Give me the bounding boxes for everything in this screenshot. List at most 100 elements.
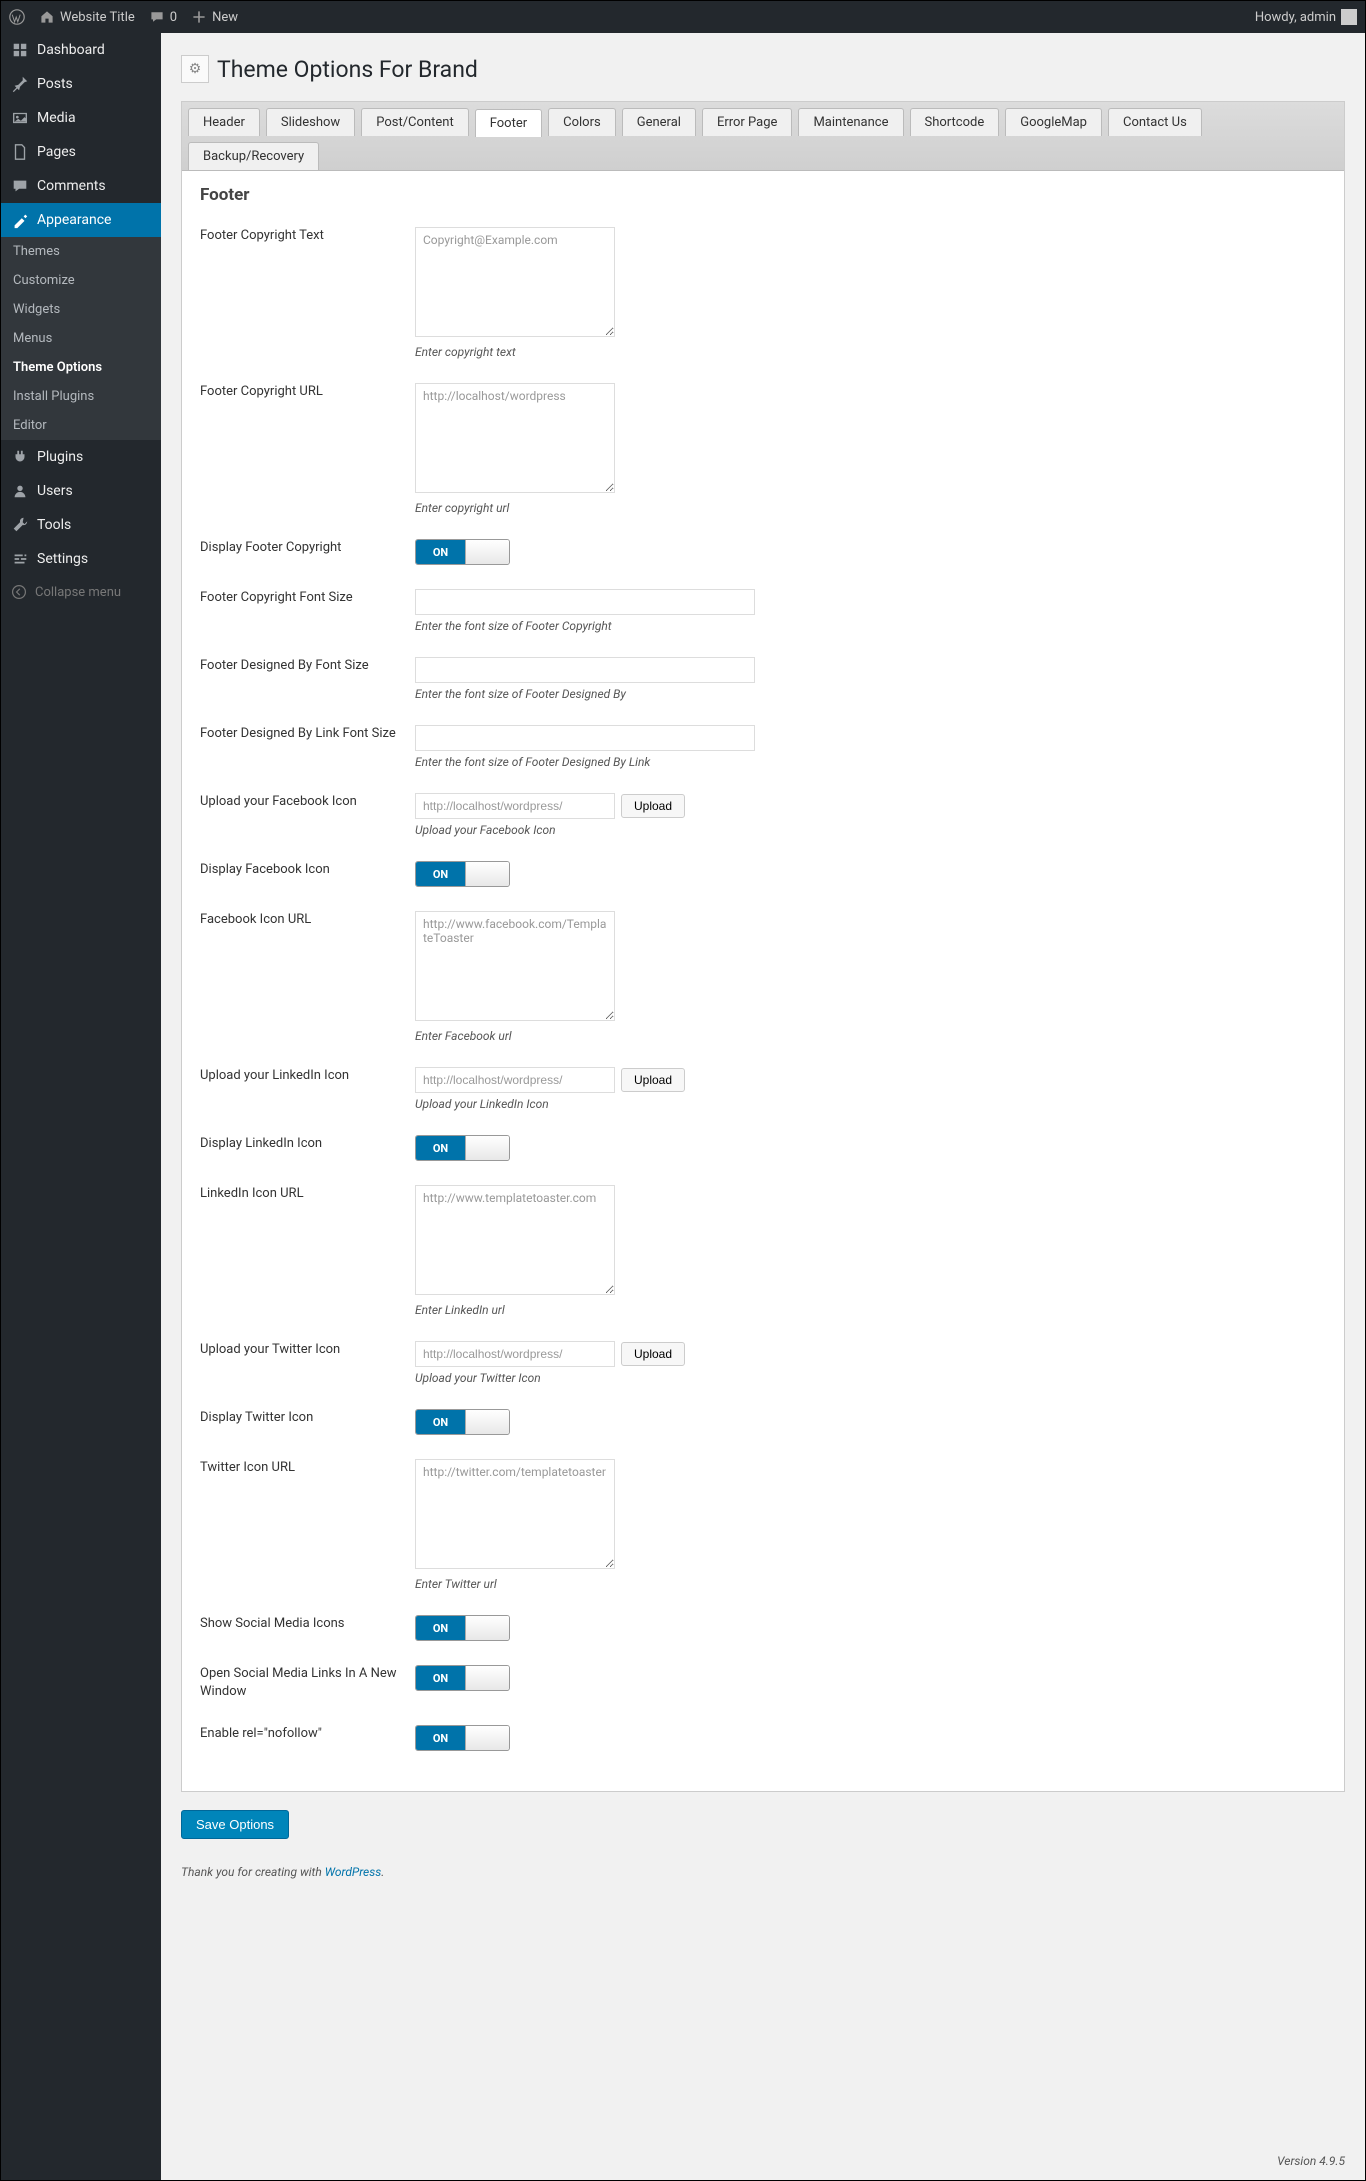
tab-backup-recovery[interactable]: Backup/Recovery [188,142,319,170]
label-li-upload: Upload your LinkedIn Icon [200,1067,415,1085]
save-button[interactable]: Save Options [181,1810,289,1839]
menu-item-pages[interactable]: Pages [1,135,161,169]
input-li-upload[interactable] [415,1067,615,1093]
input-li-url[interactable] [415,1185,615,1295]
tool-icon [11,516,29,534]
toggle-show-social[interactable]: ON [415,1615,510,1641]
form: Footer Copyright Text Enter copyright te… [182,211,1344,1791]
wp-logo[interactable] [9,9,25,25]
input-copyright-font[interactable] [415,589,755,615]
submenu-item-editor[interactable]: Editor [1,411,161,440]
tab-error-page[interactable]: Error Page [702,108,793,136]
submenu-item-theme-options[interactable]: Theme Options [1,353,161,382]
menu-item-settings[interactable]: Settings [1,542,161,576]
settings-icon [11,550,29,568]
help-copyright-text: Enter copyright text [415,345,1326,359]
menu-item-posts[interactable]: Posts [1,67,161,101]
avatar-icon [1341,9,1357,25]
toggle-display-copyright[interactable]: ON [415,539,510,565]
new-link[interactable]: New [191,9,238,25]
submenu-item-customize[interactable]: Customize [1,266,161,295]
label-display-copyright: Display Footer Copyright [200,539,415,557]
page-title: ⚙ Theme Options For Brand [181,55,1345,83]
input-copyright-url[interactable] [415,383,615,493]
input-designed-by-link-font[interactable] [415,725,755,751]
toggle-tw-display[interactable]: ON [415,1409,510,1435]
menu-item-plugins[interactable]: Plugins [1,440,161,474]
submenu-item-widgets[interactable]: Widgets [1,295,161,324]
user-icon [11,482,29,500]
label-nofollow: Enable rel="nofollow" [200,1725,415,1743]
menu-item-dashboard[interactable]: Dashboard [1,33,161,67]
help-tw-upload: Upload your Twitter Icon [415,1371,1326,1385]
menu-item-media[interactable]: Media [1,101,161,135]
help-copyright-font: Enter the font size of Footer Copyright [415,619,1326,633]
collapse-label: Collapse menu [35,585,121,600]
button-li-upload[interactable]: Upload [621,1068,685,1092]
admin-sidebar: DashboardPostsMediaPagesCommentsAppearan… [1,33,161,2180]
options-panel: HeaderSlideshowPost/ContentFooterColorsG… [181,101,1345,1792]
input-designed-by-font[interactable] [415,657,755,683]
input-tw-url[interactable] [415,1459,615,1569]
tab-maintenance[interactable]: Maintenance [798,108,903,136]
help-tw-url: Enter Twitter url [415,1577,1326,1591]
label-designed-by-link-font: Footer Designed By Link Font Size [200,725,415,743]
toggle-li-display[interactable]: ON [415,1135,510,1161]
help-fb-url: Enter Facebook url [415,1029,1326,1043]
tab-shortcode[interactable]: Shortcode [910,108,1000,136]
label-copyright-text: Footer Copyright Text [200,227,415,245]
plugin-icon [11,448,29,466]
menu-item-appearance[interactable]: Appearance [1,203,161,237]
label-fb-display: Display Facebook Icon [200,861,415,879]
dashboard-icon [11,41,29,59]
input-copyright-text[interactable] [415,227,615,337]
menu-item-tools[interactable]: Tools [1,508,161,542]
site-title: Website Title [60,10,135,25]
submenu-item-themes[interactable]: Themes [1,237,161,266]
page-icon [11,143,29,161]
tab-colors[interactable]: Colors [548,108,616,136]
tab-slideshow[interactable]: Slideshow [266,108,355,136]
toggle-nofollow[interactable]: ON [415,1725,510,1751]
submenu-appearance: ThemesCustomizeWidgetsMenusTheme Options… [1,237,161,440]
plus-icon [191,9,207,25]
input-fb-url[interactable] [415,911,615,1021]
comment-icon [149,9,165,25]
theme-options-icon: ⚙ [181,55,209,83]
account-link[interactable]: Howdy, admin [1255,9,1357,25]
comments-link[interactable]: 0 [149,9,177,25]
appearance-icon [11,211,29,229]
submenu-item-menus[interactable]: Menus [1,324,161,353]
tab-footer[interactable]: Footer [475,109,542,137]
tab-contact-us[interactable]: Contact Us [1108,108,1202,136]
input-tw-upload[interactable] [415,1341,615,1367]
comment-count: 0 [170,10,177,25]
footer-credit: Thank you for creating with WordPress. [181,1839,1345,1879]
help-li-upload: Upload your LinkedIn Icon [415,1097,1326,1111]
tab-post-content[interactable]: Post/Content [361,108,469,136]
admin-toolbar: Website Title 0 New Howdy, admin [1,1,1365,33]
button-tw-upload[interactable]: Upload [621,1342,685,1366]
media-icon [11,109,29,127]
label-fb-upload: Upload your Facebook Icon [200,793,415,811]
help-fb-upload: Upload your Facebook Icon [415,823,1326,837]
help-copyright-url: Enter copyright url [415,501,1326,515]
submenu-item-install-plugins[interactable]: Install Plugins [1,382,161,411]
label-designed-by-font: Footer Designed By Font Size [200,657,415,675]
label-copyright-url: Footer Copyright URL [200,383,415,401]
input-fb-upload[interactable] [415,793,615,819]
wordpress-link[interactable]: WordPress [325,1865,382,1879]
menu-item-comments[interactable]: Comments [1,169,161,203]
content-area: ⚙ Theme Options For Brand HeaderSlidesho… [161,33,1365,2180]
pin-icon [11,75,29,93]
toggle-open-new[interactable]: ON [415,1665,510,1691]
tab-googlemap[interactable]: GoogleMap [1005,108,1102,136]
tab-general[interactable]: General [622,108,696,136]
button-fb-upload[interactable]: Upload [621,794,685,818]
section-title: Footer [182,171,1344,211]
site-link[interactable]: Website Title [39,9,135,25]
collapse-menu[interactable]: Collapse menu [1,576,161,608]
toggle-fb-display[interactable]: ON [415,861,510,887]
menu-item-users[interactable]: Users [1,474,161,508]
tab-header[interactable]: Header [188,108,260,136]
